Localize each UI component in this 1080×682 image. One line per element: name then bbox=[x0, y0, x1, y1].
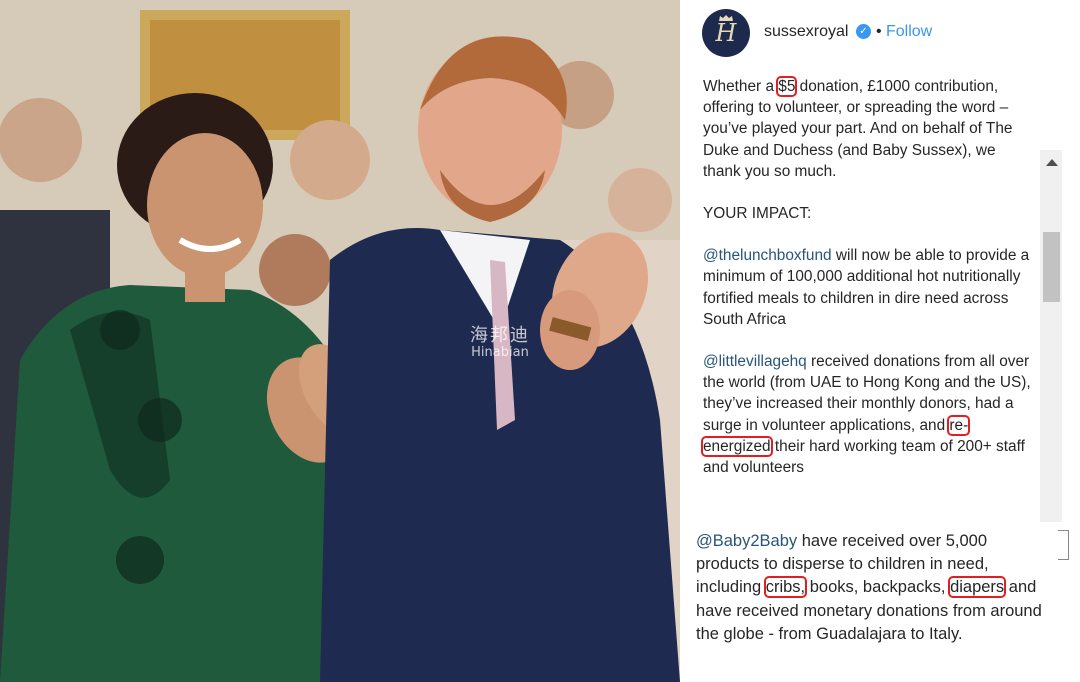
scrollbar-thumb[interactable] bbox=[1043, 232, 1060, 302]
couple-photo-illustration bbox=[0, 0, 680, 682]
mention-link[interactable]: @littlevillagehq bbox=[703, 353, 807, 370]
post-panel: H sussexroyal ✓ • Follow Whether a $5 do… bbox=[680, 0, 1080, 682]
follow-button[interactable]: Follow bbox=[886, 23, 932, 41]
mention-link[interactable]: @thelunchboxfund bbox=[703, 247, 832, 264]
lower-caption-text: @Baby2Baby have received over 5,000 prod… bbox=[696, 530, 1046, 646]
caption-text-segment: Whether a bbox=[703, 78, 779, 95]
highlight-amount: $5 bbox=[776, 76, 798, 97]
caption-text: Whether a $5 donation, £1000 contributio… bbox=[700, 76, 1033, 478]
watermark: 海邦迪 Hinabian bbox=[470, 326, 530, 360]
username-link[interactable]: sussexroyal bbox=[764, 23, 848, 41]
impact-heading: YOUR IMPACT: bbox=[703, 205, 812, 223]
crown-icon bbox=[719, 15, 733, 21]
separator-dot: • bbox=[876, 23, 882, 40]
highlight-word: diapers bbox=[948, 576, 1007, 599]
verified-badge-icon: ✓ bbox=[856, 24, 871, 39]
caption-paragraph-donation: Whether a $5 donation, £1000 contributio… bbox=[703, 76, 1033, 182]
scroll-up-arrow-icon[interactable] bbox=[1046, 159, 1058, 166]
watermark-english: Hinabian bbox=[471, 344, 529, 360]
post-photo[interactable]: 海邦迪 Hinabian bbox=[0, 0, 680, 682]
avatar[interactable]: H bbox=[702, 9, 750, 57]
watermark-chinese: 海邦迪 bbox=[470, 325, 530, 346]
caption-paragraph-littlevillage: @littlevillagehq received donations from… bbox=[700, 351, 1033, 478]
edge-bracket-decoration bbox=[1058, 530, 1069, 560]
caption-scroll-area[interactable]: Whether a $5 donation, £1000 contributio… bbox=[680, 70, 1068, 522]
caption-scrollbar[interactable] bbox=[1040, 150, 1062, 522]
avatar-monogram: H bbox=[715, 19, 737, 47]
mention-link[interactable]: @Baby2Baby bbox=[696, 532, 797, 550]
highlight-word: cribs, bbox=[763, 576, 808, 599]
caption-text-segment: books, backpacks, bbox=[805, 578, 951, 597]
post-header: H sussexroyal ✓ • Follow bbox=[680, 0, 1080, 66]
caption-paragraph-lunchbox: @thelunchboxfund will now be able to pro… bbox=[703, 245, 1033, 330]
